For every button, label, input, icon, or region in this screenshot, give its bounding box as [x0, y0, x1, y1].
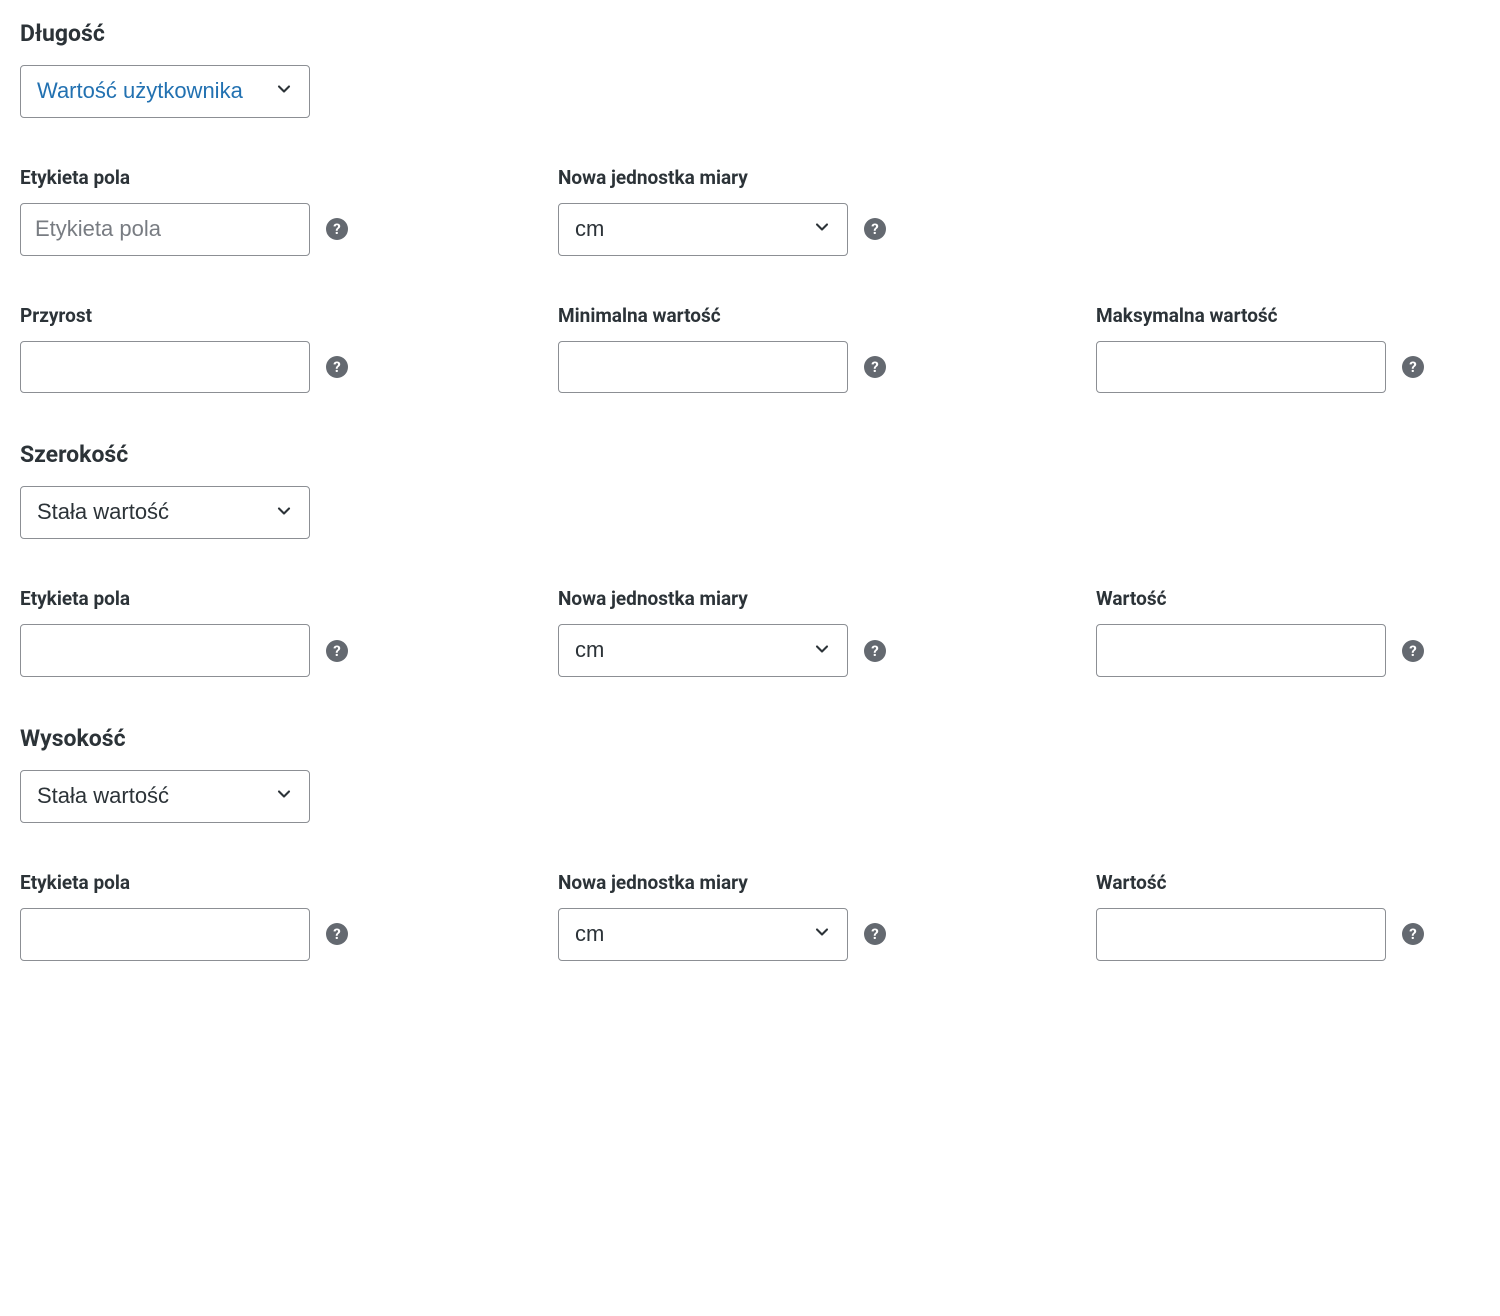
length-section: Długość Wartość użytkownika Etykieta pol… [20, 20, 1480, 393]
help-icon[interactable] [864, 218, 886, 240]
help-icon[interactable] [1402, 923, 1424, 945]
length-title: Długość [20, 20, 1480, 47]
length-unit-group: Nowa jednostka miary cm [558, 166, 886, 256]
height-value-title: Wartość [1096, 871, 1424, 894]
length-mode-select[interactable]: Wartość użytkownika [20, 65, 310, 118]
width-field-label-group: Etykieta pola [20, 587, 348, 677]
height-value-group: Wartość [1096, 871, 1424, 961]
length-min-title: Minimalna wartość [558, 304, 886, 327]
height-field-label-input[interactable] [20, 908, 310, 961]
help-icon[interactable] [326, 923, 348, 945]
length-max-input[interactable] [1096, 341, 1386, 394]
length-increment-input[interactable] [20, 341, 310, 394]
help-icon[interactable] [326, 218, 348, 240]
height-mode-select[interactable]: Stała wartość [20, 770, 310, 823]
length-increment-title: Przyrost [20, 304, 348, 327]
length-mode-select-wrapper: Wartość użytkownika [20, 65, 310, 118]
length-min-group: Minimalna wartość [558, 304, 886, 394]
help-icon[interactable] [864, 640, 886, 662]
width-value-group: Wartość [1096, 587, 1424, 677]
length-unit-select-wrapper: cm [558, 203, 848, 256]
width-field-label-title: Etykieta pola [20, 587, 348, 610]
width-value-input[interactable] [1096, 624, 1386, 677]
width-mode-select-wrapper: Stała wartość [20, 486, 310, 539]
width-title: Szerokość [20, 441, 1480, 468]
width-section: Szerokość Stała wartość Etykieta pola No… [20, 441, 1480, 677]
height-mode-select-wrapper: Stała wartość [20, 770, 310, 823]
length-unit-select[interactable]: cm [558, 203, 848, 256]
help-icon[interactable] [1402, 356, 1424, 378]
width-mode-select[interactable]: Stała wartość [20, 486, 310, 539]
length-field-label-group: Etykieta pola [20, 166, 348, 256]
help-icon[interactable] [1402, 640, 1424, 662]
height-unit-select-wrapper: cm [558, 908, 848, 961]
length-min-input[interactable] [558, 341, 848, 394]
height-section: Wysokość Stała wartość Etykieta pola Now… [20, 725, 1480, 961]
height-unit-title: Nowa jednostka miary [558, 871, 886, 894]
height-unit-group: Nowa jednostka miary cm [558, 871, 886, 961]
help-icon[interactable] [326, 640, 348, 662]
height-value-input[interactable] [1096, 908, 1386, 961]
help-icon[interactable] [864, 923, 886, 945]
width-unit-title: Nowa jednostka miary [558, 587, 886, 610]
height-field-label-title: Etykieta pola [20, 871, 348, 894]
length-max-title: Maksymalna wartość [1096, 304, 1424, 327]
width-unit-select-wrapper: cm [558, 624, 848, 677]
length-field-label-title: Etykieta pola [20, 166, 348, 189]
length-increment-group: Przyrost [20, 304, 348, 394]
width-field-label-input[interactable] [20, 624, 310, 677]
length-max-group: Maksymalna wartość [1096, 304, 1424, 394]
height-field-label-group: Etykieta pola [20, 871, 348, 961]
width-unit-select[interactable]: cm [558, 624, 848, 677]
height-unit-select[interactable]: cm [558, 908, 848, 961]
help-icon[interactable] [326, 356, 348, 378]
height-title: Wysokość [20, 725, 1480, 752]
length-field-label-input[interactable] [20, 203, 310, 256]
length-unit-title: Nowa jednostka miary [558, 166, 886, 189]
help-icon[interactable] [864, 356, 886, 378]
width-unit-group: Nowa jednostka miary cm [558, 587, 886, 677]
width-value-title: Wartość [1096, 587, 1424, 610]
